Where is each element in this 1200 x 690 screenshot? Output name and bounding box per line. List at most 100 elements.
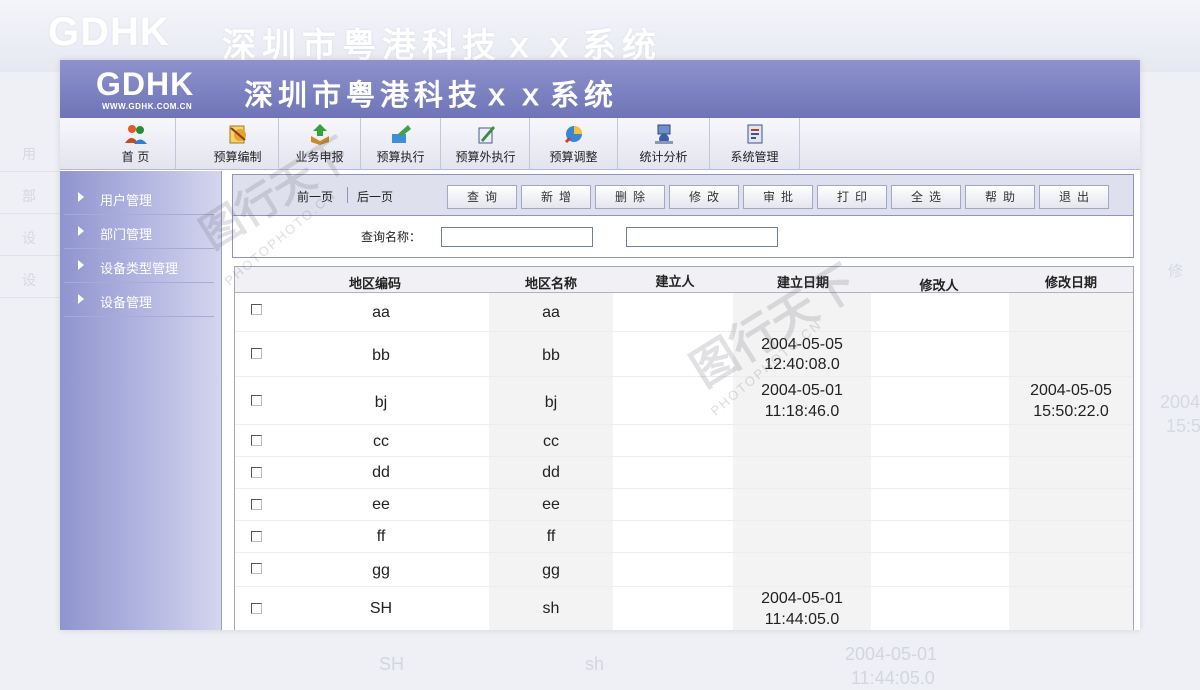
row-checkbox[interactable] (251, 435, 262, 446)
tool-label: 首 页 (121, 150, 150, 164)
row-checkbox[interactable] (251, 348, 262, 359)
search-name-input-2[interactable] (626, 227, 778, 247)
table-row[interactable]: dd dd (235, 457, 1133, 489)
tool-extra-budget-execute[interactable]: 预算外执行 (442, 118, 530, 170)
row-checkbox[interactable] (251, 531, 262, 542)
tool-budget-edit[interactable]: 预算编制 (197, 118, 279, 170)
sidebar-item-device-type-manage[interactable]: 设备类型管理 (64, 249, 214, 283)
row-checkbox[interactable] (251, 467, 262, 478)
tool-budget-adjust[interactable]: 预算调整 (530, 118, 618, 170)
created-time-cell: 11:44:05.0 (764, 611, 840, 628)
approve-button[interactable]: 审批 (743, 185, 813, 209)
delete-button[interactable]: 删除 (595, 185, 665, 209)
table-row[interactable]: bb bb 2004-05-05 12:40:08.0 (235, 332, 1133, 377)
background-right-time: 15:5 (1166, 416, 1200, 436)
table-row[interactable]: gg gg (235, 553, 1133, 587)
tool-label: 统计分析 (639, 150, 688, 164)
modify-button[interactable]: 修改 (669, 185, 739, 209)
exit-button[interactable]: 退出 (1039, 185, 1109, 209)
tool-label: 预算编制 (213, 150, 262, 164)
table-row[interactable]: ee ee (235, 489, 1133, 521)
region-name-cell: ee (542, 496, 560, 513)
next-page-link[interactable]: 后一页 (357, 188, 393, 205)
background-code: SH (379, 654, 405, 674)
column-header[interactable]: 建立日期 (743, 272, 863, 291)
table-row[interactable]: bj bj 2004-05-01 11:18:46.0 2004-05-05 1… (235, 377, 1133, 425)
region-name-cell: ff (546, 528, 556, 545)
region-name-cell: cc (543, 433, 559, 450)
pager-divider (347, 187, 348, 203)
tool-business-apply[interactable]: 业务申报 (279, 118, 361, 170)
column-header[interactable]: 地区编码 (315, 273, 435, 292)
table-row[interactable]: aa aa (235, 293, 1133, 332)
row-checkbox[interactable] (251, 603, 262, 614)
modified-date-cell: 2004-05-05 (1030, 382, 1112, 399)
table-row[interactable]: cc cc (235, 425, 1133, 457)
query-button[interactable]: 查询 (447, 185, 517, 209)
region-code-cell: dd (372, 464, 390, 481)
statistics-icon (654, 124, 673, 144)
created-date-cell: 2004-05-05 (761, 336, 843, 353)
region-code-cell: aa (372, 304, 390, 321)
sidebar-item-dept-manage[interactable]: 部门管理 (64, 215, 214, 249)
region-code-cell: bj (374, 394, 388, 411)
sidebar-item-label: 设备管理 (100, 296, 153, 311)
arrow-right-icon (78, 294, 84, 304)
tool-label: 系统管理 (730, 150, 779, 164)
search-bar: 查询名称： (232, 216, 1134, 258)
tool-budget-execute[interactable]: 预算执行 (361, 118, 441, 170)
region-code-cell: gg (372, 562, 390, 579)
created-date-cell: 2004-05-01 (761, 590, 843, 607)
app-title: 深圳市粤港科技ｘｘ系统 (244, 78, 619, 112)
sidebar-item-label: 用户管理 (100, 194, 153, 209)
sidebar-item-label: 设备类型管理 (100, 262, 179, 277)
prev-page-link[interactable]: 前一页 (297, 188, 333, 205)
tool-label: 预算调整 (549, 150, 598, 164)
background-side-item: 设 (0, 256, 62, 298)
column-header[interactable]: 修改日期 (1011, 272, 1131, 291)
region-name-cell: bb (542, 347, 560, 364)
tool-label: 预算执行 (376, 150, 425, 164)
column-header[interactable]: 修改人 (871, 275, 1007, 294)
help-button[interactable]: 帮助 (965, 185, 1035, 209)
arrow-right-icon (78, 226, 84, 236)
add-button[interactable]: 新增 (521, 185, 591, 209)
row-checkbox[interactable] (251, 395, 262, 406)
background-side-item: 部 (0, 172, 62, 214)
region-name-cell: sh (542, 600, 560, 617)
command-bar: 前一页 后一页 查询 新增 删除 修改 审批 打印 全选 帮助 退出 (232, 174, 1134, 216)
sidebar-item-user-manage[interactable]: 用户管理 (64, 181, 214, 215)
arrow-right-icon (78, 260, 84, 270)
budget-execute-icon (391, 125, 411, 143)
created-time-cell: 12:40:08.0 (764, 356, 840, 373)
tool-home[interactable]: 首 页 (96, 118, 176, 170)
row-checkbox[interactable] (251, 304, 262, 315)
region-code-cell: cc (373, 433, 389, 450)
sidebar-item-device-manage[interactable]: 设备管理 (64, 283, 214, 317)
business-apply-icon (310, 124, 329, 145)
print-button[interactable]: 打印 (817, 185, 887, 209)
budget-adjust-icon (564, 126, 582, 144)
row-checkbox[interactable] (251, 499, 262, 510)
search-name-input[interactable] (441, 227, 593, 247)
select-all-button[interactable]: 全选 (891, 185, 961, 209)
table-row[interactable]: ff ff (235, 521, 1133, 553)
column-header[interactable]: 建立人 (615, 271, 735, 290)
budget-edit-icon (229, 125, 246, 144)
background-right-date: 2004 (1160, 392, 1200, 412)
tool-statistics[interactable]: 统计分析 (618, 118, 710, 170)
tool-label: 预算外执行 (455, 150, 516, 164)
sidebar-item-label: 部门管理 (100, 228, 153, 243)
row-checkbox[interactable] (251, 563, 262, 574)
tool-system-manage[interactable]: 系统管理 (710, 118, 800, 170)
created-time-cell: 11:18:46.0 (764, 403, 840, 420)
background-right: 修 2004 15:5 (1140, 150, 1200, 450)
region-name-cell: bj (544, 394, 558, 411)
logo-url: WWW.GDHK.COM.CN (102, 102, 193, 111)
search-name-label: 查询名称： (361, 230, 422, 244)
column-header[interactable]: 地区名称 (491, 273, 611, 292)
background-right-header: 修 (1168, 263, 1184, 280)
table-row[interactable]: SH sh 2004-05-01 11:44:05.0 (235, 587, 1133, 630)
background-sidebar: 用 部 设 设 (0, 130, 62, 350)
content-area: 前一页 后一页 查询 新增 删除 修改 审批 打印 全选 帮助 退出 查询名称：… (232, 174, 1134, 630)
